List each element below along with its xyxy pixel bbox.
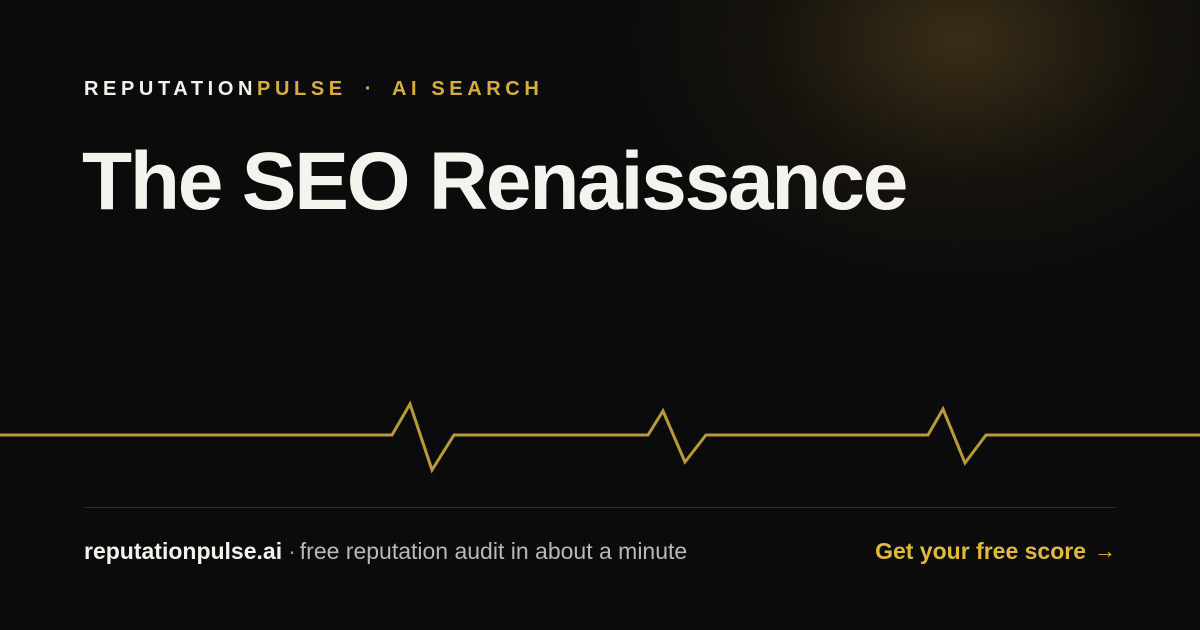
arrow-right-icon: → bbox=[1094, 538, 1116, 563]
heartbeat-pulse-line bbox=[0, 400, 1200, 474]
footer-separator: · bbox=[288, 538, 296, 564]
cta-label: Get your free score bbox=[875, 538, 1086, 564]
heartbeat-line-path bbox=[0, 400, 1200, 474]
page-title: The SEO Renaissance bbox=[82, 136, 908, 227]
footer-divider bbox=[84, 507, 1116, 508]
brand-name-reputation: REPUTATION bbox=[84, 78, 258, 100]
footer-left: reputationpulse.ai · free reputation audit… bbox=[84, 535, 687, 567]
get-free-score-button[interactable]: Get your free score → bbox=[875, 535, 1116, 567]
brand-name-pulse: PULSE bbox=[257, 78, 347, 100]
eyebrow-separator: · bbox=[364, 78, 376, 100]
eyebrow-section: AI SEARCH bbox=[391, 78, 544, 100]
og-card: REPUTATIONPULSE · AI SEARCH The SEO Renais… bbox=[0, 0, 1200, 630]
footer-tagline: free reputation audit in about a minute bbox=[299, 538, 688, 564]
site-domain-link[interactable]: reputationpulse.ai bbox=[84, 538, 282, 564]
brand-eyebrow: REPUTATIONPULSE · AI SEARCH bbox=[84, 76, 543, 102]
footer: reputationpulse.ai · free reputation audit… bbox=[84, 534, 1116, 568]
